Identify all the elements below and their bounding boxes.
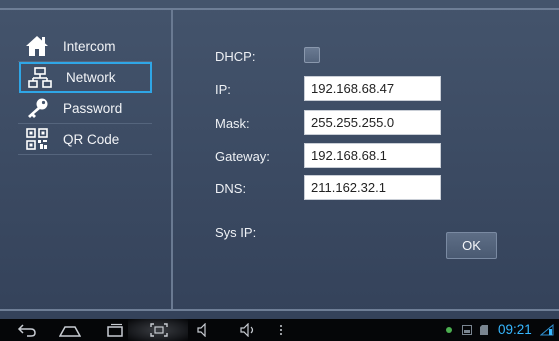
gateway-field[interactable]: 192.168.68.1: [304, 143, 441, 168]
sidebar-item-password[interactable]: Password: [18, 93, 152, 124]
back-icon[interactable]: [16, 322, 38, 338]
sys-ip-label: Sys IP:: [215, 225, 257, 240]
gateway-label: Gateway:: [215, 149, 270, 164]
gallery-icon: [461, 322, 473, 338]
system-navigation-bar: 09:21: [0, 319, 559, 341]
vertical-divider: [171, 10, 173, 310]
dhcp-checkbox[interactable]: [304, 47, 320, 63]
bottom-divider: [0, 309, 559, 311]
app-screen: Intercom Network Password QR Code DHCP: …: [0, 0, 559, 319]
sd-card-icon: [479, 322, 489, 338]
mask-label: Mask:: [215, 116, 250, 131]
mask-field[interactable]: 255.255.255.0: [304, 110, 441, 135]
home-icon: [23, 34, 51, 58]
menu-icon[interactable]: [277, 322, 285, 338]
ip-field[interactable]: 192.168.68.47: [304, 76, 441, 101]
settings-sidebar: Intercom Network Password QR Code: [18, 31, 152, 155]
sidebar-item-label: Network: [66, 70, 116, 85]
dns-field[interactable]: 211.162.32.1: [304, 175, 441, 200]
home-icon[interactable]: [58, 322, 82, 338]
notification-dot-icon: [444, 322, 454, 338]
sidebar-item-network[interactable]: Network: [19, 62, 152, 93]
top-divider: [0, 8, 559, 10]
key-icon: [23, 96, 51, 120]
dns-label: DNS:: [215, 181, 247, 196]
sidebar-item-intercom[interactable]: Intercom: [18, 31, 152, 62]
sidebar-item-qr-code[interactable]: QR Code: [18, 124, 152, 155]
status-clock: 09:21: [498, 322, 532, 337]
ok-button[interactable]: OK: [446, 232, 497, 259]
volume-down-icon[interactable]: [195, 322, 211, 338]
screenshot-icon[interactable]: [149, 322, 169, 338]
wifi-icon: [539, 322, 555, 338]
ip-label: IP:: [215, 82, 231, 97]
sidebar-item-label: Intercom: [63, 38, 116, 54]
network-icon: [26, 66, 54, 90]
volume-up-icon[interactable]: [238, 322, 258, 338]
dhcp-label: DHCP:: [215, 49, 256, 64]
qr-code-icon: [23, 127, 51, 151]
recent-apps-icon[interactable]: [104, 322, 126, 338]
sidebar-item-label: QR Code: [63, 131, 120, 147]
sidebar-item-label: Password: [63, 100, 123, 116]
